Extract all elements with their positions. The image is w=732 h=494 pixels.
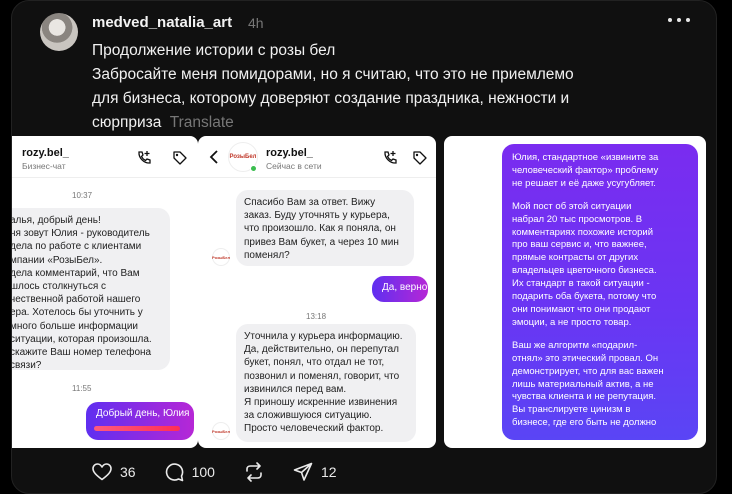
post-card: medved_natalia_art 4h Продолжение истори… xyxy=(11,0,717,494)
post-text-line: сюрприза Translate xyxy=(92,114,234,131)
username[interactable]: medved_natalia_art xyxy=(92,14,232,31)
time-separator: 11:55 xyxy=(72,384,92,393)
share-count: 12 xyxy=(320,464,337,480)
comment-count: 100 xyxy=(191,464,215,480)
incoming-message: Спасибо Вам за ответ. Вижу заказ. Буду у… xyxy=(236,190,414,266)
avatar[interactable] xyxy=(40,13,78,51)
screenshot-image-1[interactable]: rozy.bel_ Бизнес-чат 10:37 алья, добрый … xyxy=(12,136,198,448)
repost-button[interactable] xyxy=(243,462,265,482)
heart-icon xyxy=(92,463,112,481)
add-call-icon xyxy=(384,151,397,164)
outgoing-message: Добрый день, Юлия xyxy=(86,402,194,440)
sender-avatar: РозыБел xyxy=(212,422,230,440)
outgoing-message: Да, верно xyxy=(372,276,428,302)
comment-button[interactable]: 100 xyxy=(164,462,215,482)
time-separator: 10:37 xyxy=(72,191,93,200)
time-separator: 13:18 xyxy=(306,312,327,321)
chat-name: rozy.bel_ xyxy=(266,147,313,159)
screenshot-image-2[interactable]: РозыБел rozy.bel_ Сейчас в сети Спасибо … xyxy=(198,136,436,448)
post-text-line: для бизнеса, которому доверяют создание … xyxy=(92,90,570,107)
post-text-line: Продолжение истории с розы бел xyxy=(92,42,336,59)
back-arrow-icon xyxy=(209,150,218,164)
post-time: 4h xyxy=(248,15,264,31)
like-count: 36 xyxy=(120,464,136,480)
online-indicator xyxy=(250,165,257,172)
outgoing-message: Юлия, стандартное «извините за человечес… xyxy=(502,144,698,440)
screenshot-image-3[interactable]: Юлия, стандартное «извините за человечес… xyxy=(444,136,706,448)
more-options-icon[interactable] xyxy=(668,11,690,29)
chat-header: РозыБел rozy.bel_ Сейчас в сети xyxy=(198,136,436,178)
redaction-mark xyxy=(94,426,180,431)
add-call-icon xyxy=(138,151,151,164)
chat-name: rozy.bel_ xyxy=(22,147,69,159)
tag-icon xyxy=(413,151,427,165)
incoming-message: Уточнила у курьера информацию. Да, дейст… xyxy=(236,324,416,442)
post-text-line: Забросайте меня помидорами, но я считаю,… xyxy=(92,66,574,83)
repost-icon xyxy=(246,462,262,482)
chat-status: Сейчас в сети xyxy=(266,161,322,171)
like-button[interactable]: 36 xyxy=(92,463,136,481)
chat-header: rozy.bel_ Бизнес-чат xyxy=(12,136,198,178)
post-text: Продолжение истории с розы бел Забросайт… xyxy=(92,39,612,135)
comment-icon xyxy=(165,463,183,482)
incoming-message: алья, добрый день! ня зовут Юлия - руков… xyxy=(12,208,170,371)
tag-icon xyxy=(173,151,187,165)
sender-avatar: РозыБел xyxy=(212,248,230,266)
send-icon xyxy=(293,462,313,481)
translate-link[interactable]: Translate xyxy=(170,114,234,131)
post-actions: 36 100 12 xyxy=(92,461,365,483)
chat-subtitle: Бизнес-чат xyxy=(22,161,66,171)
share-button[interactable]: 12 xyxy=(293,462,337,482)
